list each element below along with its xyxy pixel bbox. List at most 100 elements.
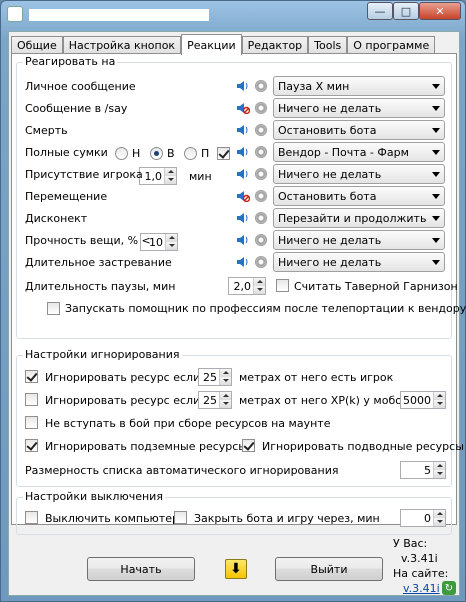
bags-radio-n[interactable] (115, 147, 128, 160)
ignore-xp-value: 5000 (403, 394, 431, 407)
ignore-xp-distance: 25 (203, 394, 217, 407)
tavern-checkbox[interactable] (276, 279, 289, 292)
on-site-label: На сайте: (393, 567, 449, 580)
tab-reactions[interactable]: Реакции (181, 34, 242, 55)
reaction-action-select-2[interactable]: Остановить бота (273, 120, 445, 140)
ignore-xp-checkbox[interactable] (25, 393, 38, 406)
no-combat-mounted-checkbox[interactable] (25, 416, 38, 429)
chevron-down-icon (432, 128, 440, 133)
bags-radio-p[interactable] (184, 147, 197, 160)
reaction-label-5: Перемещение (25, 190, 108, 203)
ignore-underwater-checkbox[interactable] (242, 439, 255, 452)
app-icon (7, 6, 23, 22)
reaction-action-select-7[interactable]: Ничего не делать (273, 230, 445, 250)
site-version-link[interactable]: v.3.41i (403, 582, 440, 595)
speaker-muted-icon[interactable] (236, 190, 250, 202)
reaction-label-4: Присутствие игрока (25, 168, 143, 181)
pause-spinner[interactable]: 2,0 (228, 277, 266, 295)
tavern-label: Считать Таверной Гарнизон (294, 280, 458, 293)
reaction-action-value: Остановить бота (278, 124, 377, 137)
ignore-player-distance-spinner[interactable]: 25 (198, 368, 232, 386)
ignore-player-distance: 25 (203, 371, 217, 384)
tab-tools[interactable]: Tools (308, 36, 348, 54)
tab-editor[interactable]: Редактор (241, 36, 309, 54)
reaction-label-0: Личное сообщение (25, 80, 136, 93)
speaker-icon[interactable] (236, 256, 250, 268)
speaker-icon[interactable] (236, 168, 250, 180)
shutdown-pc-checkbox[interactable] (25, 511, 38, 524)
window-title-redacted (29, 9, 209, 21)
ignore-xp-distance-spinner[interactable]: 25 (198, 391, 232, 409)
reaction-action-select-8[interactable]: Ничего не делать (273, 252, 445, 272)
no-combat-mounted-label: Не вступать в бой при сборе ресурсов на … (45, 417, 331, 430)
speaker-icon[interactable] (236, 212, 250, 224)
reaction-action-select-5[interactable]: Остановить бота (273, 186, 445, 206)
close-bot-spinner[interactable]: 0 (400, 509, 446, 527)
ignore-list-size-value: 5 (424, 464, 431, 477)
tab-about[interactable]: О программе (347, 36, 436, 54)
ignore-player-prefix: Игнорировать ресурс если в (45, 371, 211, 384)
update-button[interactable]: ⬇ (225, 559, 247, 579)
gear-icon[interactable] (255, 190, 267, 202)
shutdown-pc-label: Выключить компьютер (45, 512, 179, 525)
speaker-icon[interactable] (236, 80, 250, 92)
gear-icon[interactable] (255, 168, 267, 180)
player-presence-spinner[interactable]: 1,0 (139, 167, 177, 185)
speaker-icon[interactable] (236, 146, 250, 158)
maximize-icon: □ (400, 4, 412, 18)
reaction-action-select-6[interactable]: Перезайти и продолжить (273, 208, 445, 228)
shutdown-group-title: Настройки выключения (23, 490, 165, 503)
ignore-player-suffix: метрах от него есть игрок (239, 371, 394, 384)
maximize-button[interactable]: □ (393, 2, 419, 20)
exit-button[interactable]: Выйти (275, 557, 383, 581)
reaction-action-select-1[interactable]: Ничего не делать (273, 98, 445, 118)
ignore-list-size-spinner[interactable]: 5 (400, 461, 446, 479)
player-presence-unit: мин (189, 170, 212, 183)
speaker-icon[interactable] (236, 124, 250, 136)
reaction-action-select-3[interactable]: Вендор - Почта - Фарм (273, 142, 445, 162)
start-button-label: Начать (120, 562, 162, 576)
close-bot-value: 0 (424, 512, 431, 525)
chevron-down-icon (432, 150, 440, 155)
speaker-icon[interactable] (236, 234, 250, 246)
bags-checkbox[interactable] (217, 147, 230, 160)
tab-general[interactable]: Общие (11, 36, 63, 54)
professions-label: Запускать помощник по профессиям после т… (65, 302, 466, 315)
chevron-down-icon (432, 238, 440, 243)
gear-icon[interactable] (255, 256, 267, 268)
professions-checkbox[interactable] (47, 302, 60, 315)
gear-icon[interactable] (255, 234, 267, 246)
ignore-underground-label: Игнорировать подземные ресурсы (45, 440, 247, 453)
gear-icon[interactable] (255, 80, 267, 92)
ignore-underground-checkbox[interactable] (25, 439, 38, 452)
chevron-down-icon (432, 106, 440, 111)
ignore-xp-value-spinner[interactable]: 5000 (400, 391, 446, 409)
gear-icon[interactable] (255, 102, 267, 114)
reaction-action-value: Ничего не делать (278, 102, 382, 115)
gear-icon[interactable] (255, 212, 267, 224)
reaction-action-value: Пауза X мин (278, 80, 350, 93)
bags-radio-v[interactable] (150, 147, 163, 160)
minimize-button[interactable]: — (367, 2, 393, 20)
refresh-icon[interactable]: ↻ (442, 581, 456, 595)
minimize-icon: — (374, 4, 386, 18)
start-button[interactable]: Начать (87, 557, 195, 581)
close-bot-checkbox[interactable] (174, 511, 187, 524)
reaction-action-value: Ничего не делать (278, 256, 382, 269)
down-arrow-icon: ⬇ (230, 561, 242, 577)
ignore-player-checkbox[interactable] (25, 370, 38, 383)
reaction-action-select-4[interactable]: Ничего не делать (273, 164, 445, 184)
gear-icon[interactable] (255, 146, 267, 158)
speaker-muted-icon[interactable] (236, 102, 250, 114)
local-version: v.3.41i (401, 552, 438, 565)
title-bar[interactable]: — □ ✕ (1, 1, 465, 27)
gear-icon[interactable] (255, 124, 267, 136)
player-presence-value: 1,0 (144, 170, 163, 183)
ignore-group-title: Настройки игнорирования (23, 348, 182, 361)
close-button[interactable]: ✕ (419, 2, 461, 20)
tab-button-settings[interactable]: Настройка кнопок (62, 36, 182, 54)
client-area: Общие Настройка кнопок Реакции Редактор … (8, 31, 466, 596)
exit-button-label: Выйти (310, 562, 348, 576)
reaction-action-select-0[interactable]: Пауза X мин (273, 76, 445, 96)
bags-radio-p-label: П (201, 147, 210, 160)
